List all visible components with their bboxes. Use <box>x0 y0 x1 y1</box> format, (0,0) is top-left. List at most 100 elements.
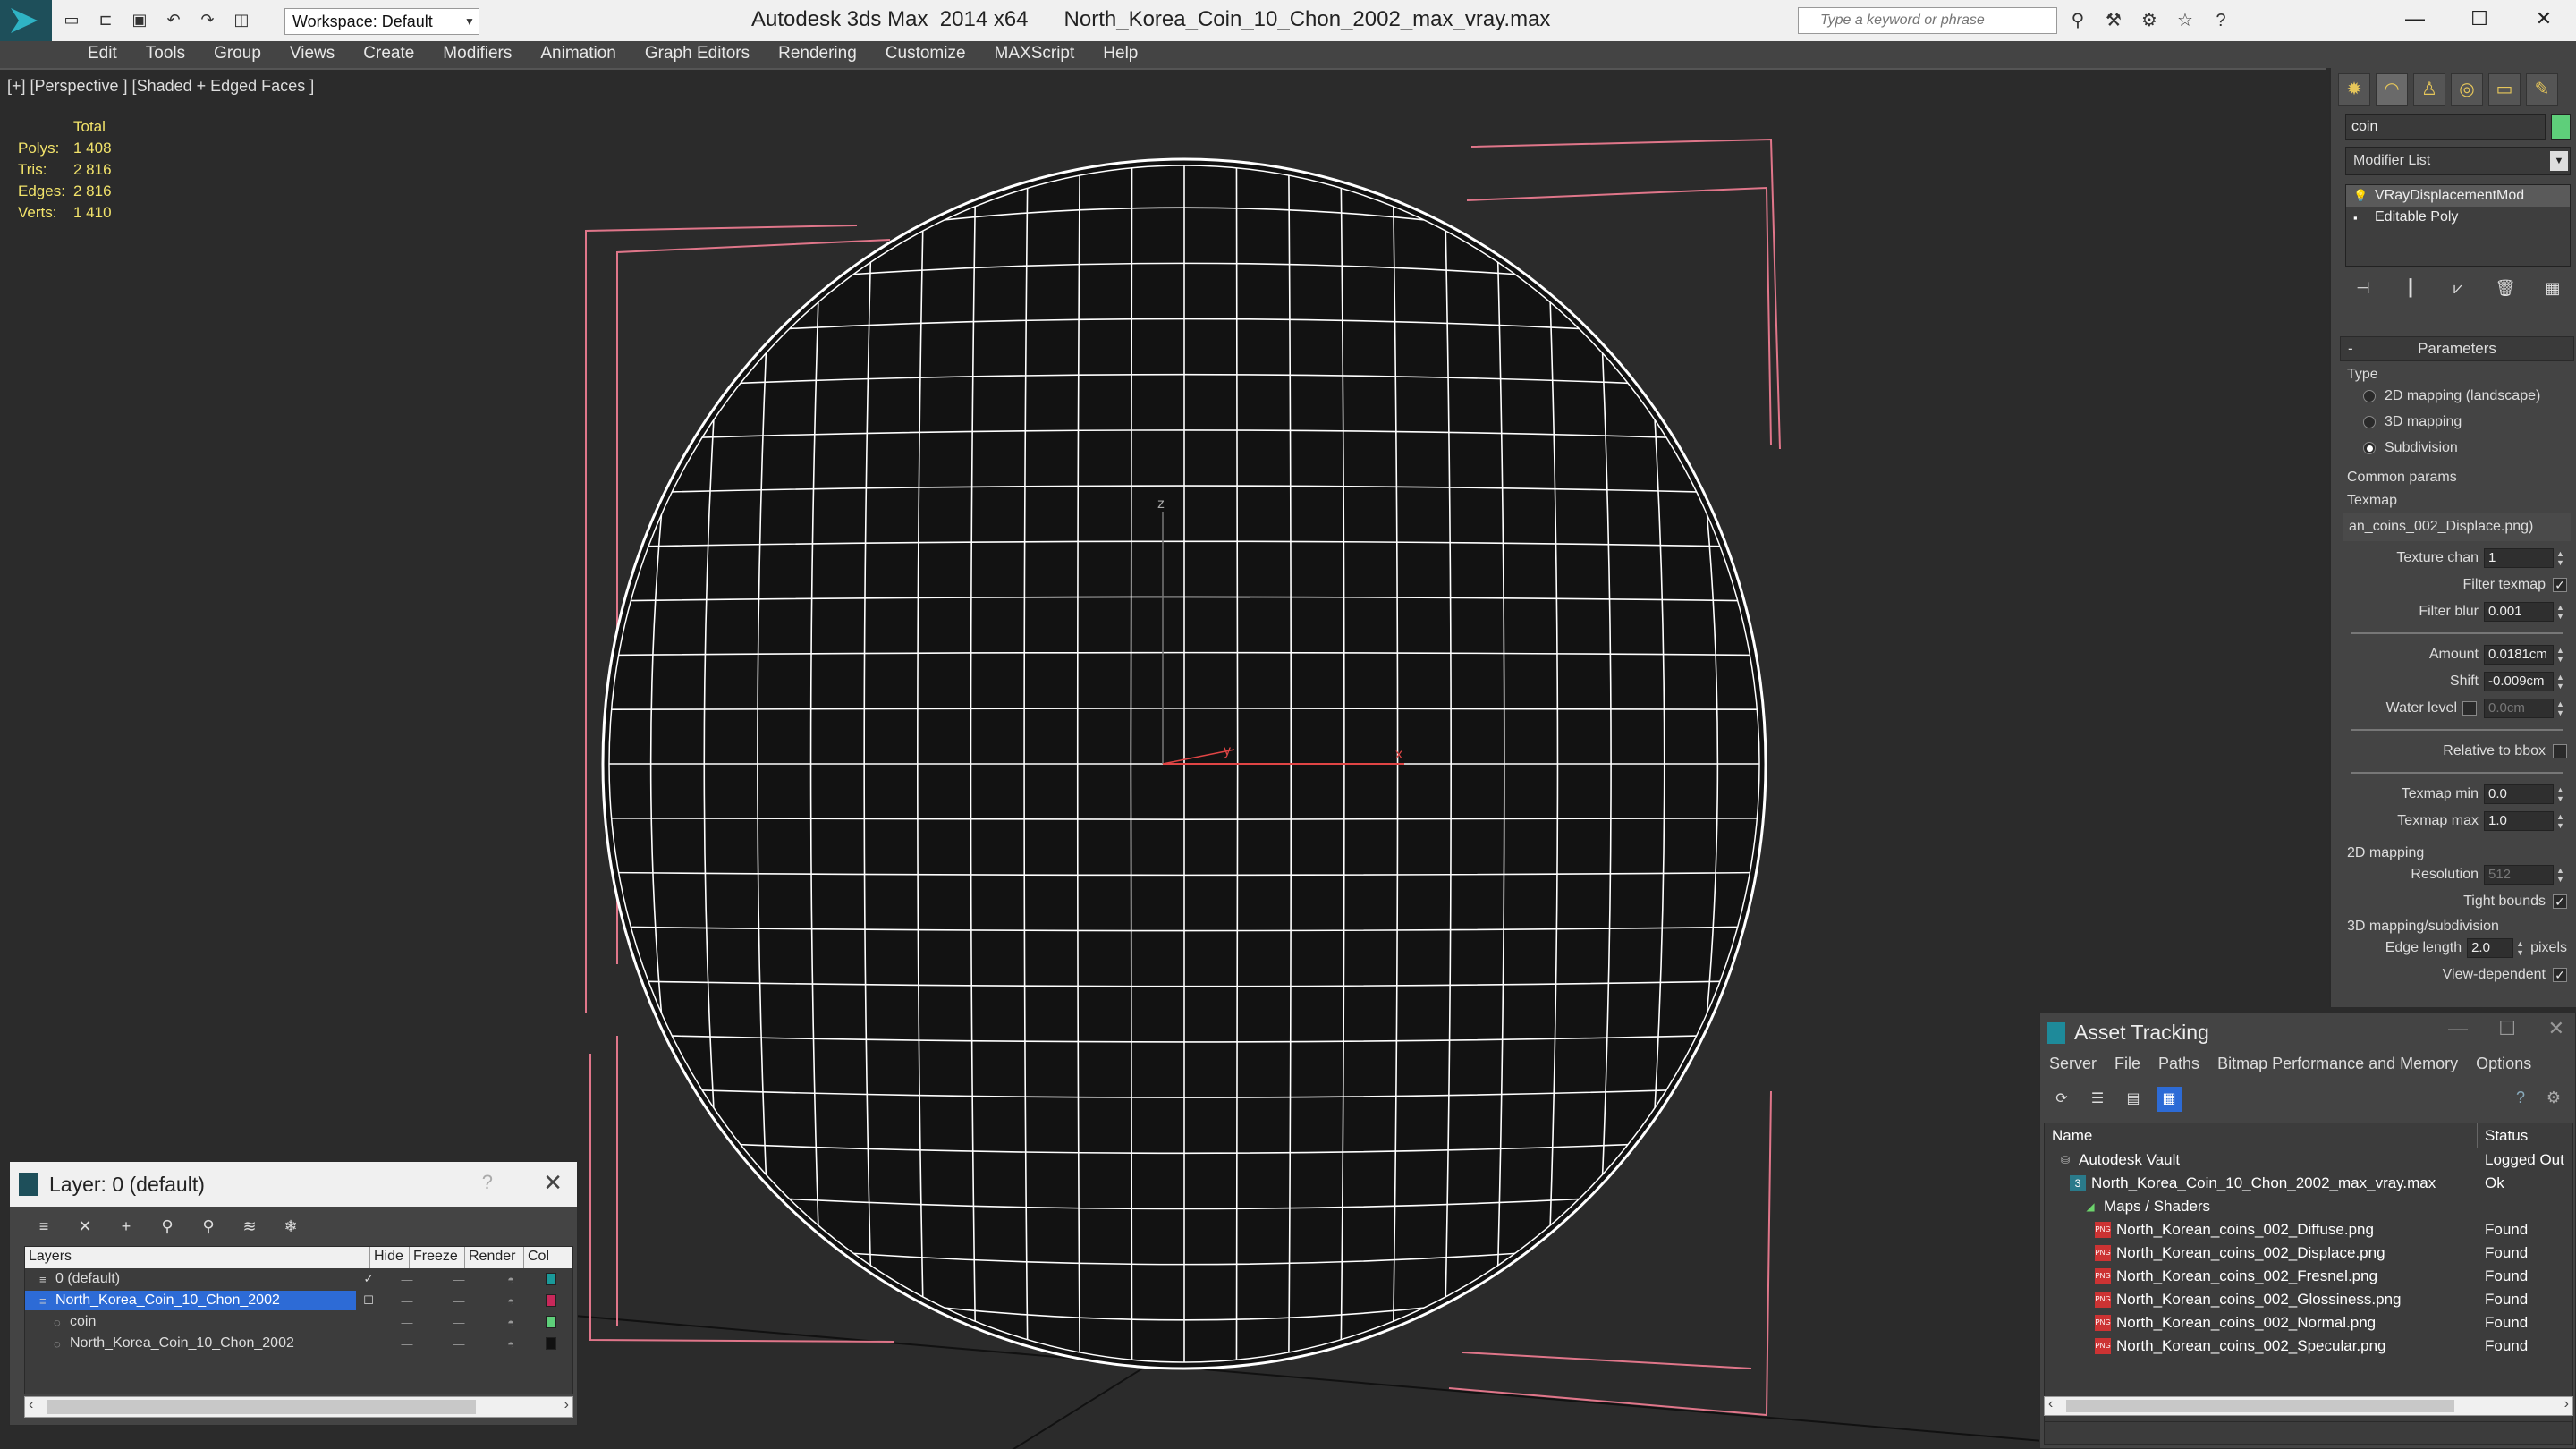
column-header-name[interactable]: Name <box>2045 1123 2478 1148</box>
layer-color-swatch[interactable] <box>546 1337 556 1350</box>
menu-help[interactable]: Help <box>1089 41 1152 68</box>
filter-texmap-checkbox[interactable]: ✓ <box>2553 578 2567 592</box>
app-logo-icon[interactable] <box>0 0 52 41</box>
menu-tools[interactable]: Tools <box>131 41 199 68</box>
freeze-toggle-icon[interactable]: — <box>433 1316 485 1329</box>
modify-tab-icon[interactable]: ◠ <box>2376 73 2408 106</box>
filter-blur-spinner[interactable]: 0.001 <box>2484 602 2554 622</box>
parameters-rollout-header[interactable]: - Parameters <box>2340 336 2574 361</box>
render-toggle-icon[interactable]: ◓ <box>485 1337 537 1351</box>
column-header[interactable]: Render <box>465 1247 524 1268</box>
maximize-icon[interactable]: ☐ <box>2498 1017 2516 1040</box>
asset-name-cell[interactable]: PNG North_Korean_coins_002_Fresnel.png <box>2045 1267 2478 1285</box>
asset-window-titlebar[interactable]: Asset Tracking — ☐ ✕ <box>2040 1013 2575 1049</box>
column-header-status[interactable]: Status <box>2478 1123 2535 1148</box>
view-dependent-checkbox[interactable]: ✓ <box>2553 968 2567 982</box>
asset-name-cell[interactable]: ⛁ Autodesk Vault <box>2045 1151 2478 1169</box>
column-header[interactable]: Hide <box>370 1247 410 1268</box>
project-folder-icon[interactable]: ◫ <box>229 7 254 32</box>
scroll-right-icon[interactable]: › <box>2564 1396 2569 1412</box>
utilities-tab-icon[interactable]: ✎ <box>2526 73 2558 106</box>
radio-subdivision[interactable]: Subdivision <box>2340 435 2574 461</box>
spinner-arrows-icon[interactable]: ▲ ▼ <box>2556 699 2567 717</box>
new-layer-icon[interactable]: ≡ <box>33 1214 55 1239</box>
hide-toggle-icon[interactable]: — <box>381 1273 433 1286</box>
viewport-label[interactable]: [+] [Perspective ] [Shaded + Edged Faces… <box>7 77 314 96</box>
relative-bbox-checkbox[interactable] <box>2553 744 2567 758</box>
highlight-layer-icon[interactable]: ⚲ <box>198 1214 219 1239</box>
menu-options[interactable]: Options <box>2476 1055 2531 1073</box>
horizontal-scrollbar[interactable]: ‹ › <box>24 1396 573 1418</box>
stack-item-editable-poly[interactable]: ▪ Editable Poly <box>2346 207 2570 228</box>
column-header[interactable]: Freeze <box>410 1247 465 1268</box>
hide-toggle-icon[interactable]: — <box>381 1294 433 1308</box>
redo-icon[interactable]: ↷ <box>195 7 220 32</box>
freeze-toggle-icon[interactable]: — <box>433 1337 485 1351</box>
menu-modifiers[interactable]: Modifiers <box>428 41 526 68</box>
settings-icon[interactable]: ⚙ <box>2546 1089 2561 1107</box>
asset-row[interactable]: PNG North_Korean_coins_002_Glossiness.png… <box>2045 1288 2572 1311</box>
stack-item-vraydisplacement[interactable]: 💡 VRayDisplacementMod <box>2346 185 2570 207</box>
asset-row[interactable]: 3 North_Korea_Coin_10_Chon_2002_max_vray.… <box>2045 1172 2572 1195</box>
spinner-arrows-icon[interactable]: ▲ ▼ <box>2556 549 2567 567</box>
layer-name-cell[interactable]: ≡ 0 (default) <box>25 1269 356 1289</box>
favorites-star-icon[interactable]: ☆ <box>2174 9 2197 32</box>
layer-name-cell[interactable]: ≡ North_Korea_Coin_10_Chon_2002 <box>25 1291 356 1310</box>
asset-row[interactable]: PNG North_Korean_coins_002_Specular.png Fo… <box>2045 1335 2572 1358</box>
spinner-arrows-icon[interactable]: ▲ ▼ <box>2556 785 2567 803</box>
display-tab-icon[interactable]: ▭ <box>2488 73 2521 106</box>
radio-2d-mapping[interactable]: 2D mapping (landscape) <box>2340 383 2574 409</box>
freeze-all-icon[interactable]: ❄ <box>280 1214 301 1239</box>
menu-views[interactable]: Views <box>275 41 349 68</box>
menu-bitmap-performance[interactable]: Bitmap Performance and Memory <box>2217 1055 2458 1073</box>
scroll-thumb[interactable] <box>2066 1400 2454 1412</box>
layer-row[interactable]: ≡ North_Korea_Coin_10_Chon_2002 ☐ — — ◓ <box>25 1290 572 1311</box>
refresh-icon[interactable]: ⟳ <box>2049 1087 2074 1112</box>
hide-all-icon[interactable]: ≋ <box>239 1214 260 1239</box>
close-icon[interactable]: ✕ <box>543 1169 563 1197</box>
layer-name-cell[interactable]: ◌ coin <box>25 1312 356 1332</box>
current-layer-marker[interactable]: ☐ <box>356 1293 381 1308</box>
asset-row[interactable]: PNG North_Korean_coins_002_Fresnel.png Fou… <box>2045 1265 2572 1288</box>
edge-length-spinner[interactable]: 2.0 <box>2467 938 2514 958</box>
help-icon[interactable]: ? <box>482 1171 493 1194</box>
menu-create[interactable]: Create <box>349 41 428 68</box>
render-toggle-icon[interactable]: ◓ <box>485 1294 537 1308</box>
binoculars-icon[interactable]: ⚲ <box>2066 9 2089 32</box>
layer-row[interactable]: ◌ coin — — ◓ <box>25 1311 572 1333</box>
asset-name-cell[interactable]: 3 North_Korea_Coin_10_Chon_2002_max_vray.… <box>2045 1174 2478 1192</box>
hierarchy-tab-icon[interactable]: ♙ <box>2413 73 2445 106</box>
texmap-min-spinner[interactable]: 0.0 <box>2484 784 2554 804</box>
scroll-left-icon[interactable]: ‹ <box>2048 1396 2053 1412</box>
menu-paths[interactable]: Paths <box>2158 1055 2199 1073</box>
thumbnail-view-icon[interactable]: ▤ <box>2121 1087 2146 1112</box>
asset-name-cell[interactable]: PNG North_Korean_coins_002_Displace.png <box>2045 1244 2478 1262</box>
asset-name-cell[interactable]: PNG North_Korean_coins_002_Glossiness.png <box>2045 1291 2478 1309</box>
column-header[interactable]: Col <box>524 1247 556 1268</box>
close-icon[interactable]: ✕ <box>2548 1017 2564 1040</box>
lightbulb-icon[interactable]: 💡 <box>2353 189 2368 203</box>
help-icon[interactable]: ? <box>2209 9 2233 32</box>
asset-row[interactable]: ◢ Maps / Shaders <box>2045 1195 2572 1218</box>
shift-spinner[interactable]: -0.009cm <box>2484 672 2554 691</box>
menu-server[interactable]: Server <box>2049 1055 2097 1073</box>
close-button[interactable]: ✕ <box>2512 0 2576 38</box>
menu-customize[interactable]: Customize <box>871 41 980 68</box>
menu-animation[interactable]: Animation <box>526 41 631 68</box>
communication-icon[interactable]: ⚙ <box>2138 9 2161 32</box>
radio-icon[interactable] <box>2363 441 2376 454</box>
search-input[interactable] <box>1799 8 2056 33</box>
render-toggle-icon[interactable]: ◓ <box>485 1273 537 1286</box>
spinner-arrows-icon[interactable]: ▲ ▼ <box>2556 603 2567 621</box>
create-tab-icon[interactable]: ✹ <box>2338 73 2370 106</box>
menu-group[interactable]: Group <box>199 41 275 68</box>
asset-row[interactable]: PNG North_Korean_coins_002_Displace.png Fo… <box>2045 1241 2572 1265</box>
expand-plus-icon[interactable]: ▪ <box>2353 211 2366 225</box>
maximize-button[interactable]: ☐ <box>2447 0 2512 38</box>
help-icon[interactable]: ? <box>2516 1089 2525 1107</box>
save-icon[interactable]: ▣ <box>127 7 152 32</box>
subscription-icon[interactable]: ⚒ <box>2102 9 2125 32</box>
open-file-icon[interactable]: ⊏ <box>93 7 118 32</box>
workspace-dropdown[interactable]: Workspace: Default <box>284 8 479 35</box>
list-view-icon[interactable]: ☰ <box>2085 1087 2110 1112</box>
